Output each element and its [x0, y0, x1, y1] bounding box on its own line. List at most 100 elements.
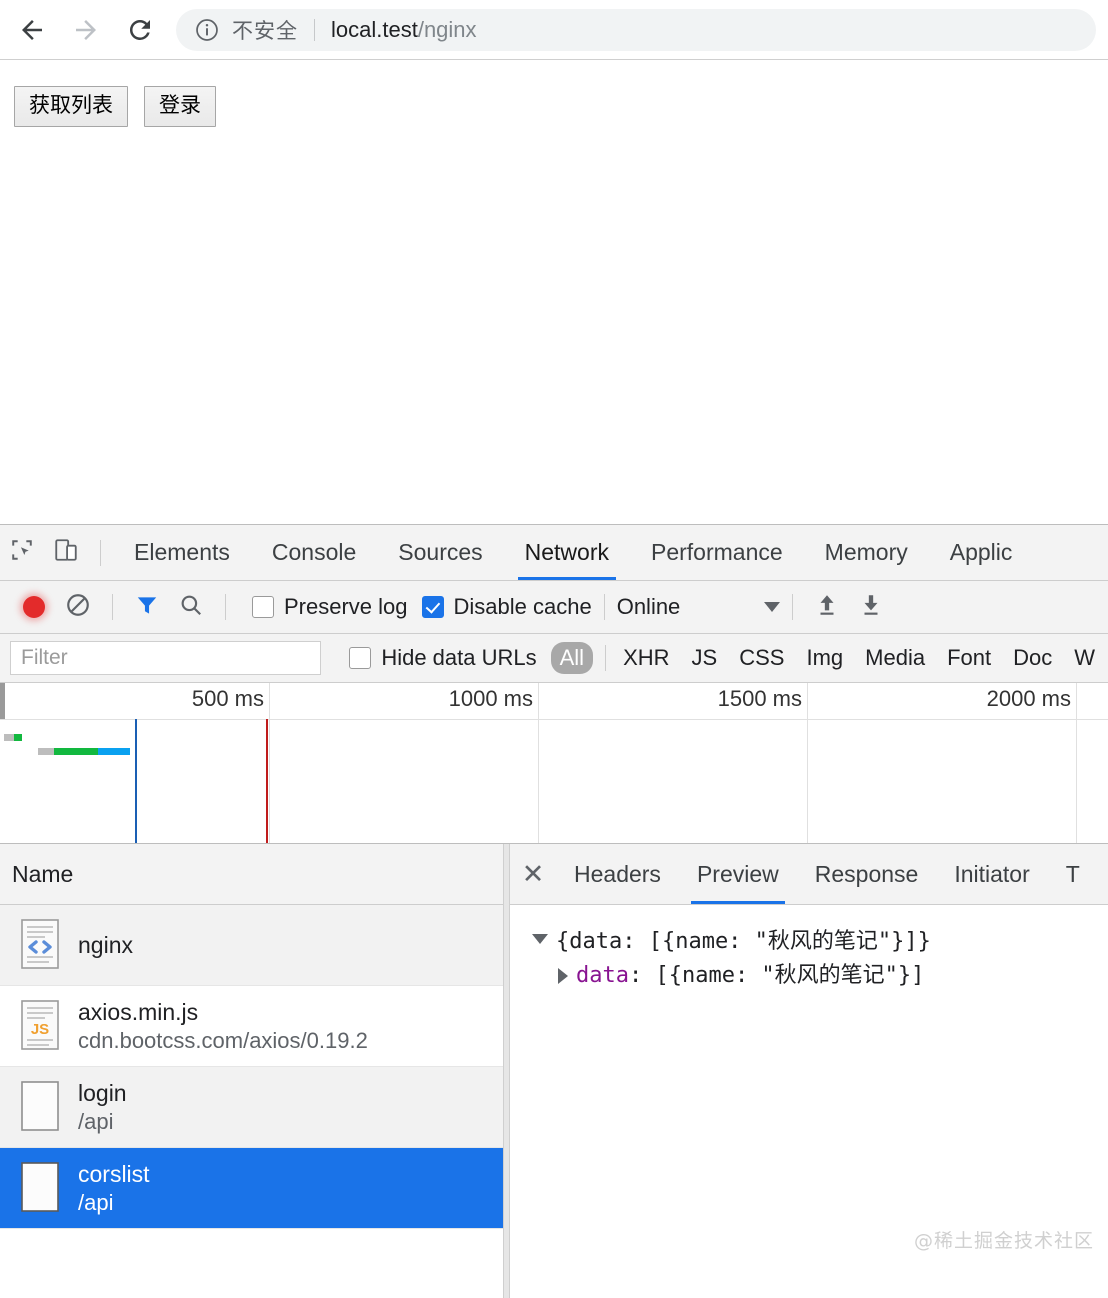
devtools-tabbar: Elements Console Sources Network Perform… [0, 525, 1108, 581]
tab-network[interactable]: Network [504, 525, 630, 580]
type-filter-font[interactable]: Font [938, 642, 1000, 674]
close-icon[interactable]: ✕ [510, 844, 556, 904]
network-overview-timeline[interactable]: 500 ms 1000 ms 1500 ms 2000 ms [0, 683, 1108, 844]
request-row-texts: login /api [78, 1079, 127, 1135]
type-filter-all[interactable]: All [551, 642, 593, 674]
reload-icon [125, 15, 155, 45]
toolbar-divider-4 [792, 594, 793, 620]
type-filter-js[interactable]: JS [683, 642, 727, 674]
hide-data-urls-control[interactable]: Hide data URLs [349, 645, 536, 671]
overview-tick-1000: 1000 ms [538, 683, 539, 843]
url-display: local.test/nginx [331, 17, 477, 43]
request-row-texts: corslist /api [78, 1160, 150, 1216]
request-row-axios[interactable]: JS axios.min.js cdn.bootcss.com/axios/0.… [0, 986, 503, 1067]
filter-toggle-button[interactable] [125, 585, 169, 629]
json-child-value: : [{name: "秋风的笔记"}] [629, 959, 924, 993]
preserve-log-control[interactable]: Preserve log [252, 594, 408, 620]
tab-console[interactable]: Console [251, 525, 377, 580]
hide-data-urls-checkbox[interactable] [349, 647, 371, 669]
request-name: axios.min.js [78, 998, 368, 1027]
type-filter-media[interactable]: Media [856, 642, 934, 674]
inspect-element-button[interactable] [0, 531, 44, 575]
tab-application[interactable]: Applic [929, 525, 1034, 580]
browser-toolbar: 不安全 local.test/nginx [0, 0, 1108, 60]
address-bar[interactable]: 不安全 local.test/nginx [176, 9, 1096, 51]
type-filter-doc[interactable]: Doc [1004, 642, 1061, 674]
url-path: /nginx [418, 17, 477, 42]
json-child-key: data [576, 959, 629, 993]
login-button[interactable]: 登录 [144, 86, 216, 127]
record-button[interactable] [12, 585, 56, 629]
arrow-right-icon [71, 15, 101, 45]
disable-cache-control[interactable]: Disable cache [422, 594, 592, 620]
fetch-list-button[interactable]: 获取列表 [14, 86, 128, 127]
device-toolbar-button[interactable] [44, 531, 88, 575]
document-code-icon [14, 916, 66, 974]
json-child-line[interactable]: data: [{name: "秋风的笔记"}] [532, 959, 1108, 993]
type-filter-img[interactable]: Img [797, 642, 852, 674]
omnibox-divider [314, 19, 315, 41]
request-row-nginx[interactable]: nginx [0, 905, 503, 986]
pane-splitter[interactable] [503, 844, 510, 1298]
chevron-right-icon[interactable] [558, 968, 568, 984]
reload-button[interactable] [118, 8, 162, 52]
browser-window: 不安全 local.test/nginx 获取列表 登录 [0, 0, 1108, 1298]
tab-sources[interactable]: Sources [377, 525, 503, 580]
watermark: @稀土掘金技术社区 [914, 1226, 1094, 1253]
export-har-button[interactable] [849, 585, 893, 629]
toolbar-divider-1 [112, 594, 113, 620]
preserve-log-label: Preserve log [284, 594, 408, 620]
request-row-corslist[interactable]: corslist /api [0, 1148, 503, 1229]
record-circle-icon [23, 596, 45, 618]
url-host: local.test [331, 17, 418, 42]
search-button[interactable] [169, 585, 213, 629]
type-filter-xhr[interactable]: XHR [614, 642, 678, 674]
request-list-pane: Name [0, 844, 503, 1298]
detail-tab-headers[interactable]: Headers [556, 844, 679, 904]
blank-file-icon [14, 1078, 66, 1136]
device-toggle-icon [53, 537, 79, 568]
detail-tab-response[interactable]: Response [797, 844, 937, 904]
tab-performance[interactable]: Performance [630, 525, 804, 580]
detail-tab-initiator[interactable]: Initiator [936, 844, 1047, 904]
page-viewport: 获取列表 登录 [0, 60, 1108, 523]
svg-text:JS: JS [31, 1021, 49, 1038]
chevron-down-icon[interactable] [532, 934, 548, 944]
disable-cache-checkbox[interactable] [422, 596, 444, 618]
preserve-log-checkbox[interactable] [252, 596, 274, 618]
disable-cache-label: Disable cache [454, 594, 592, 620]
info-circle-icon[interactable] [194, 17, 220, 43]
back-button[interactable] [10, 8, 54, 52]
type-filter-ws[interactable]: W [1065, 642, 1104, 674]
json-preview: {data: [{name: "秋风的笔记"}]} data: [{name: … [510, 905, 1108, 993]
overview-request-bar [38, 748, 130, 755]
column-header-name: Name [12, 861, 73, 888]
json-root-line[interactable]: {data: [{name: "秋风的笔记"}]} [532, 925, 1108, 959]
tab-elements[interactable]: Elements [113, 525, 251, 580]
type-filter-css[interactable]: CSS [730, 642, 793, 674]
security-status-label: 不安全 [232, 15, 298, 45]
detail-tab-timing[interactable]: T [1048, 844, 1098, 904]
export-arrow-down-icon [858, 592, 884, 623]
dom-content-loaded-marker [135, 719, 137, 843]
overview-tick-2000: 2000 ms [1076, 683, 1077, 843]
toolbar-divider-2 [225, 594, 226, 620]
overview-left-edge [0, 683, 5, 719]
tab-memory[interactable]: Memory [804, 525, 929, 580]
filter-input[interactable]: Filter [10, 641, 321, 675]
js-file-icon: JS [14, 997, 66, 1055]
clear-button[interactable] [56, 585, 100, 629]
import-har-button[interactable] [805, 585, 849, 629]
request-row-login[interactable]: login /api [0, 1067, 503, 1148]
network-split-view: Name [0, 844, 1108, 1298]
request-row-texts: nginx [78, 931, 133, 960]
chevron-down-icon[interactable] [764, 602, 780, 612]
forward-button[interactable] [64, 8, 108, 52]
load-event-marker [266, 719, 268, 843]
resource-type-filters: All XHR JS CSS Img Media Font Doc W [551, 642, 1108, 674]
request-list-header[interactable]: Name [0, 844, 503, 905]
toolbar-divider-3 [604, 594, 605, 620]
throttle-select-value[interactable]: Online [617, 594, 681, 620]
network-filter-bar: Filter Hide data URLs All XHR JS CSS Img… [0, 634, 1108, 683]
detail-tab-preview[interactable]: Preview [679, 844, 797, 904]
